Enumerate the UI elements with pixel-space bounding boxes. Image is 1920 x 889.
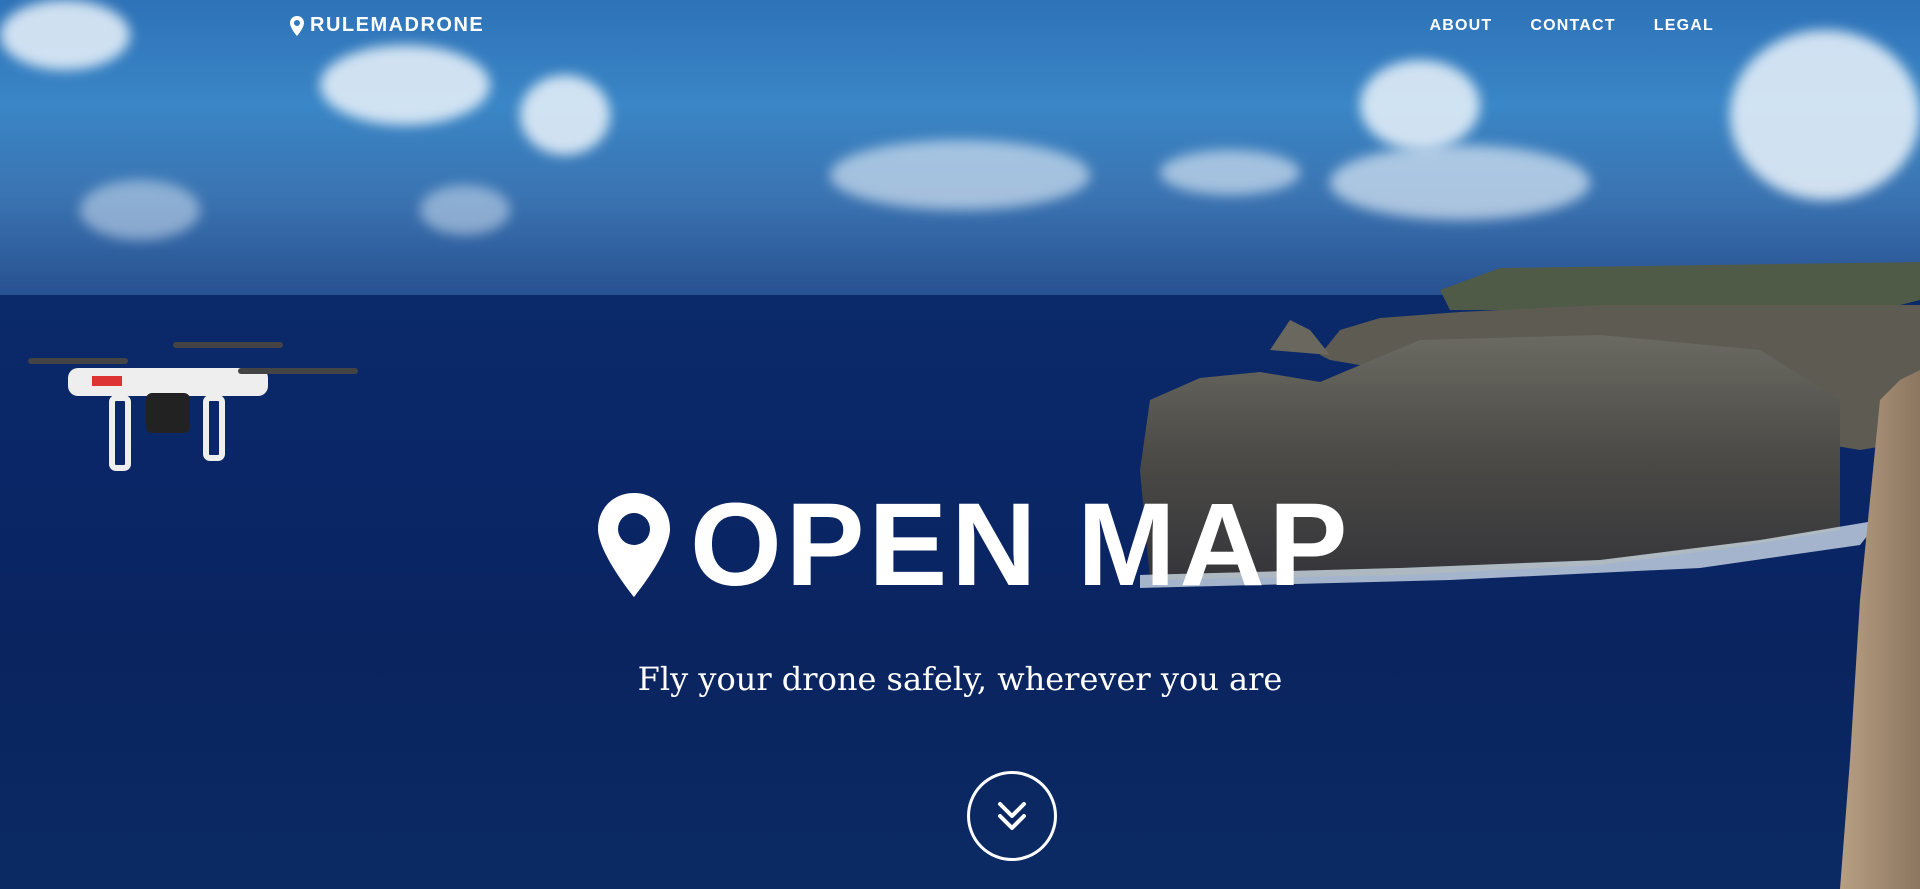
nav-link-contact[interactable]: CONTACT <box>1530 17 1615 35</box>
top-navigation: RULEMADRONE ABOUT CONTACT LEGAL <box>0 0 1920 56</box>
hero-section: RULEMADRONE ABOUT CONTACT LEGAL OPEN MAP… <box>0 0 1920 889</box>
page-title: OPEN MAP <box>690 479 1352 611</box>
hero-title: OPEN MAP <box>596 486 1351 604</box>
map-marker-icon <box>290 15 304 36</box>
drone-illustration <box>28 342 358 471</box>
brand-name: RULEMADRONE <box>310 14 485 36</box>
double-chevron-down-icon <box>998 802 1026 830</box>
scroll-down-button[interactable] <box>967 771 1057 861</box>
nav-link-about[interactable]: ABOUT <box>1429 17 1492 35</box>
map-marker-icon <box>598 493 670 597</box>
nav-menu: ABOUT CONTACT LEGAL <box>1429 17 1714 35</box>
brand-logo[interactable]: RULEMADRONE <box>290 14 484 37</box>
hero-subtitle: Fly your drone safely, wherever you are <box>637 660 1283 698</box>
nav-link-legal[interactable]: LEGAL <box>1654 17 1714 35</box>
